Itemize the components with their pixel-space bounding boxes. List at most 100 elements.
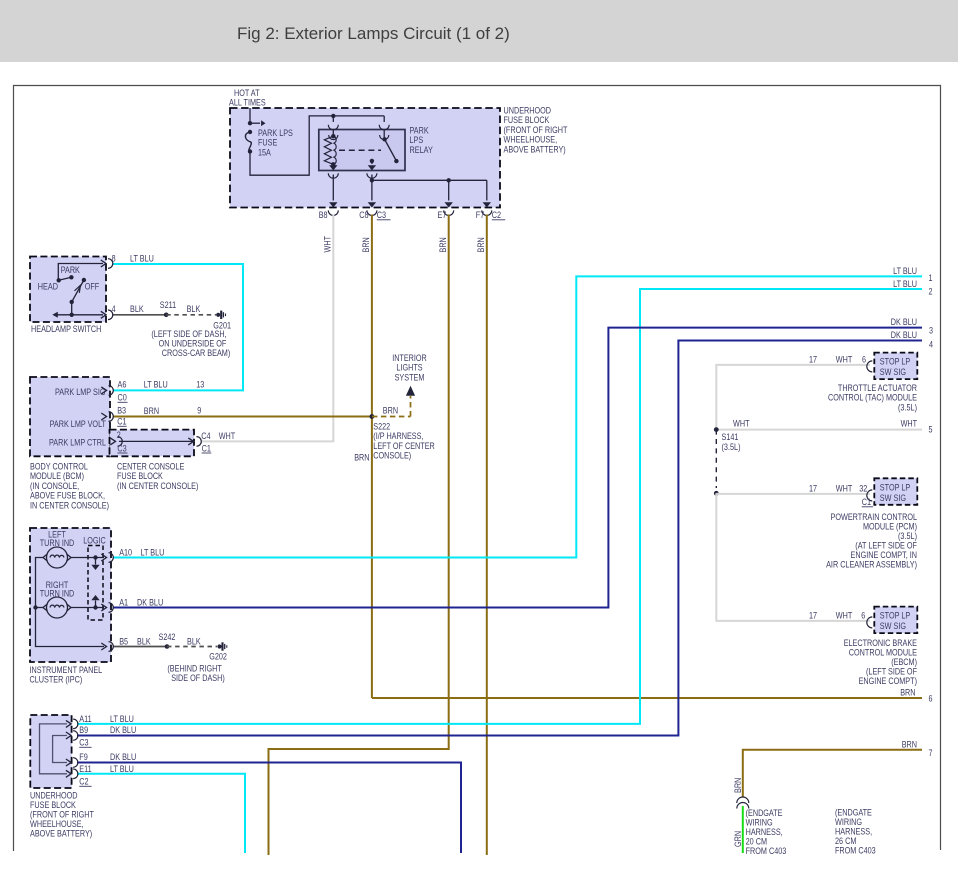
svg-text:13: 13 — [196, 379, 204, 389]
svg-text:UNDERHOOD: UNDERHOOD — [30, 791, 78, 801]
svg-text:SW SIG: SW SIG — [880, 367, 906, 377]
svg-text:FUSE BLOCK: FUSE BLOCK — [504, 115, 551, 125]
svg-text:DK BLU: DK BLU — [891, 330, 917, 340]
svg-text:THROTTLE ACTUATOR: THROTTLE ACTUATOR — [838, 383, 917, 393]
svg-text:(LEFT SIDE OF: (LEFT SIDE OF — [866, 667, 917, 677]
svg-text:CROSS-CAR BEAM): CROSS-CAR BEAM) — [162, 348, 231, 358]
svg-text:BRN: BRN — [383, 406, 398, 416]
svg-text:6: 6 — [929, 694, 933, 704]
svg-text:LPS: LPS — [410, 135, 424, 145]
svg-text:BRN: BRN — [900, 688, 915, 698]
svg-text:BRN: BRN — [361, 237, 371, 252]
svg-text:C3: C3 — [79, 738, 88, 748]
svg-text:C2: C2 — [79, 777, 88, 787]
svg-text:BLK: BLK — [187, 637, 201, 647]
svg-text:(IN CENTER CONSOLE): (IN CENTER CONSOLE) — [117, 481, 198, 491]
svg-text:BLK: BLK — [137, 637, 151, 647]
svg-text:26 CM: 26 CM — [835, 836, 856, 846]
svg-text:WHT: WHT — [836, 483, 853, 493]
svg-text:17: 17 — [809, 354, 817, 364]
svg-text:DK BLU: DK BLU — [110, 752, 136, 762]
svg-text:C3: C3 — [377, 210, 386, 220]
svg-text:A10: A10 — [119, 548, 132, 558]
svg-text:1: 1 — [929, 273, 933, 283]
svg-text:ELECTRONIC BRAKE: ELECTRONIC BRAKE — [844, 638, 917, 648]
svg-text:3: 3 — [929, 326, 933, 336]
svg-text:CONTROL MODULE: CONTROL MODULE — [849, 648, 917, 658]
svg-text:ABOVE FUSE BLOCK,: ABOVE FUSE BLOCK, — [30, 491, 105, 501]
svg-text:HOT AT: HOT AT — [234, 88, 260, 98]
svg-text:FROM C403: FROM C403 — [835, 846, 876, 856]
svg-text:S211: S211 — [160, 300, 176, 310]
svg-text:ENGINE COMPT, IN: ENGINE COMPT, IN — [851, 550, 918, 560]
svg-text:(I/P HARNESS,: (I/P HARNESS, — [373, 431, 423, 441]
svg-text:WHT: WHT — [836, 610, 853, 620]
svg-text:PARK LMP VOLT: PARK LMP VOLT — [50, 419, 107, 429]
svg-text:20 CM: 20 CM — [746, 837, 767, 847]
svg-text:17: 17 — [809, 483, 817, 493]
svg-text:17: 17 — [809, 610, 817, 620]
svg-text:WHT: WHT — [219, 431, 236, 441]
svg-text:DK BLU: DK BLU — [137, 598, 163, 608]
svg-text:LT BLU: LT BLU — [110, 764, 134, 774]
svg-text:LT BLU: LT BLU — [141, 548, 165, 558]
svg-text:(3.5L): (3.5L) — [898, 531, 917, 541]
svg-text:B8: B8 — [319, 210, 328, 220]
svg-text:BODY CONTROL: BODY CONTROL — [30, 462, 88, 472]
svg-text:G202: G202 — [209, 652, 227, 662]
svg-text:LIGHTS: LIGHTS — [396, 363, 422, 373]
svg-text:(ENDGATE: (ENDGATE — [835, 808, 872, 818]
svg-text:BRN: BRN — [902, 739, 917, 749]
svg-text:FUSE BLOCK: FUSE BLOCK — [117, 471, 164, 481]
svg-text:MODULE (BCM): MODULE (BCM) — [30, 471, 84, 481]
svg-text:WIRING: WIRING — [835, 817, 862, 827]
svg-text:BRN: BRN — [354, 453, 369, 463]
svg-text:(IN CONSOLE,: (IN CONSOLE, — [30, 481, 79, 491]
svg-text:S141: S141 — [722, 432, 739, 442]
svg-text:A6: A6 — [118, 379, 127, 389]
svg-text:CONTROL (TAC) MODULE: CONTROL (TAC) MODULE — [828, 393, 917, 403]
svg-text:DK BLU: DK BLU — [110, 725, 136, 735]
svg-text:E7: E7 — [438, 210, 447, 220]
svg-text:LT BLU: LT BLU — [110, 714, 134, 724]
svg-text:IN CENTER CONSOLE): IN CENTER CONSOLE) — [30, 500, 109, 510]
svg-text:BLK: BLK — [187, 304, 201, 314]
svg-text:ALL TIMES: ALL TIMES — [229, 98, 266, 108]
svg-text:32: 32 — [859, 483, 867, 493]
svg-text:CONSOLE): CONSOLE) — [373, 451, 411, 461]
svg-text:ABOVE BATTERY): ABOVE BATTERY) — [504, 144, 566, 154]
svg-text:WIRING: WIRING — [746, 818, 773, 828]
svg-text:LT BLU: LT BLU — [130, 254, 154, 264]
svg-text:CENTER CONSOLE: CENTER CONSOLE — [117, 462, 184, 472]
svg-text:WHT: WHT — [901, 418, 918, 428]
svg-text:(3.5L): (3.5L) — [898, 402, 917, 412]
svg-text:MODULE (PCM): MODULE (PCM) — [863, 522, 917, 532]
svg-text:LEFT OF CENTER: LEFT OF CENTER — [373, 441, 435, 451]
svg-text:5: 5 — [929, 425, 933, 435]
svg-text:FROM C403: FROM C403 — [746, 846, 787, 856]
svg-text:RELAY: RELAY — [410, 145, 433, 155]
svg-text:PARK LMP SIG: PARK LMP SIG — [55, 387, 106, 397]
svg-text:INSTRUMENT PANEL: INSTRUMENT PANEL — [30, 665, 103, 675]
svg-text:SW SIG: SW SIG — [880, 493, 906, 503]
svg-text:WHT: WHT — [836, 354, 853, 364]
svg-text:FUSE BLOCK: FUSE BLOCK — [30, 800, 77, 810]
svg-text:15A: 15A — [258, 147, 272, 157]
svg-text:STOP LP: STOP LP — [880, 611, 910, 621]
svg-text:BRN: BRN — [476, 237, 486, 252]
svg-text:STOP LP: STOP LP — [880, 357, 910, 367]
svg-text:AIR CLEANER ASSEMBLY): AIR CLEANER ASSEMBLY) — [826, 560, 917, 570]
svg-text:OFF: OFF — [85, 282, 100, 292]
svg-text:SIDE OF DASH): SIDE OF DASH) — [171, 673, 225, 683]
svg-text:(EBCM): (EBCM) — [891, 657, 917, 667]
svg-text:E11: E11 — [79, 764, 91, 774]
svg-text:SYSTEM: SYSTEM — [395, 372, 425, 382]
svg-text:S242: S242 — [159, 632, 176, 642]
svg-text:SW SIG: SW SIG — [880, 621, 906, 631]
svg-text:A1: A1 — [119, 598, 128, 608]
svg-text:GRN: GRN — [733, 831, 743, 847]
svg-text:ON UNDERSIDE OF: ON UNDERSIDE OF — [159, 339, 227, 349]
svg-text:B5: B5 — [119, 637, 128, 647]
svg-text:PARK: PARK — [61, 265, 81, 275]
svg-text:PARK: PARK — [410, 126, 430, 136]
